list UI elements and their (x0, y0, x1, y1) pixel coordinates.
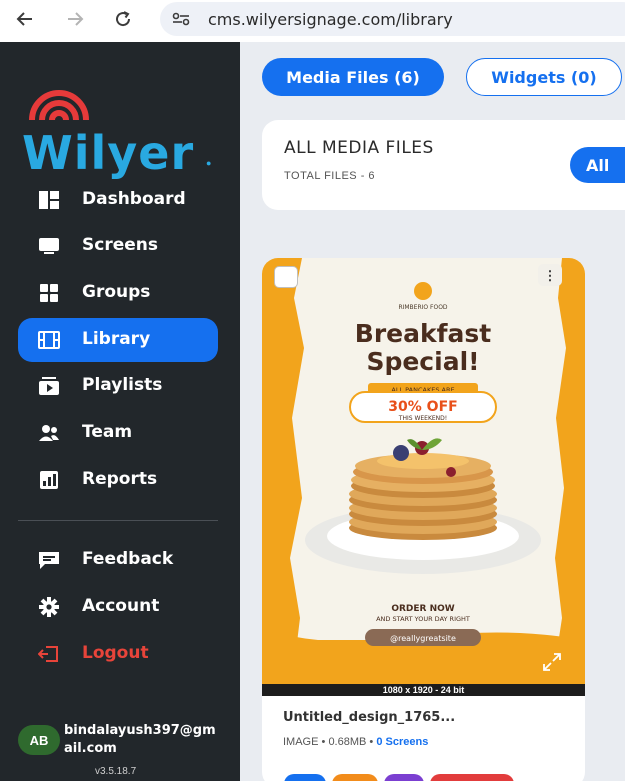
delete-button[interactable] (430, 774, 514, 781)
sidebar-item-label: Feedback (82, 549, 174, 569)
back-arrow-icon[interactable] (8, 4, 42, 34)
site-info-icon[interactable] (172, 12, 190, 26)
poster-order-sub: AND START YOUR DAY RIGHT (376, 615, 470, 623)
sidebar-item-label: Account (82, 596, 160, 616)
sidebar-item-playlists[interactable]: Playlists (18, 364, 218, 408)
sidebar-item-label: Dashboard (82, 189, 186, 209)
sidebar-item-label: Library (82, 329, 151, 349)
media-size: 0.68MB (328, 736, 367, 748)
poster-headline-1: Breakfast (355, 319, 491, 348)
library-header: ALL MEDIA FILES TOTAL FILES - 6 All (262, 120, 625, 210)
sidebar-item-feedback[interactable]: Feedback (18, 538, 218, 582)
sidebar-item-screens[interactable]: Screens (18, 224, 218, 268)
poster-brand: RIMBERIO FOOD (398, 304, 447, 311)
browser-toolbar: cms.wilyersignage.com/library (0, 0, 625, 42)
grid-icon (40, 284, 58, 302)
url-text[interactable]: cms.wilyersignage.com/library (208, 10, 453, 29)
sidebar-item-account[interactable]: Account (18, 585, 218, 629)
reload-icon[interactable] (106, 4, 140, 34)
action-button[interactable] (384, 774, 424, 781)
user-email: bindalayush397@gmail.com (64, 723, 216, 756)
sidebar-item-label: Screens (82, 235, 158, 255)
sidebar-item-label: Playlists (82, 375, 163, 395)
media-screens-link[interactable]: 0 Screens (376, 736, 428, 748)
poster-headline-2: Special! (366, 347, 479, 376)
monitor-icon (39, 238, 59, 254)
sidebar-item-library[interactable]: Library (18, 318, 218, 362)
registered-mark: ● (206, 158, 212, 168)
team-icon (39, 425, 59, 441)
sidebar-item-label: Logout (82, 643, 149, 663)
film-icon (38, 331, 60, 349)
report-icon (40, 471, 58, 489)
avatar[interactable]: AB (18, 725, 60, 755)
sidebar-item-label: Reports (82, 469, 158, 489)
sidebar-item-label: Team (82, 422, 133, 442)
forward-arrow-icon[interactable] (58, 4, 92, 34)
action-button[interactable] (284, 774, 326, 781)
poster-offer: 30% OFF (388, 399, 457, 415)
poster-order-now: ORDER NOW (391, 604, 454, 614)
page-title: ALL MEDIA FILES (284, 138, 434, 158)
tab-media-files[interactable]: Media Files (6) (262, 58, 444, 96)
playlist-icon (39, 377, 59, 395)
gear-icon (39, 597, 59, 617)
app-version: v3.5.18.7 (95, 766, 137, 777)
select-checkbox[interactable] (274, 266, 298, 288)
media-card[interactable]: RIMBERIO FOOD Breakfast Special! ALL PAN… (262, 258, 585, 781)
sidebar-item-reports[interactable]: Reports (18, 458, 218, 502)
logout-icon (38, 646, 58, 662)
media-filename[interactable]: Untitled_design_1765... (283, 710, 455, 725)
media-thumbnail[interactable]: RIMBERIO FOOD Breakfast Special! ALL PAN… (262, 258, 585, 684)
sidebar-item-dashboard[interactable]: Dashboard (18, 178, 218, 222)
media-dimensions: 1080 x 1920 - 24 bit (262, 684, 585, 696)
wilyer-logo[interactable]: Wilyer ● (20, 74, 220, 184)
sidebar-item-team[interactable]: Team (18, 411, 218, 455)
feedback-icon (39, 552, 59, 569)
sidebar-divider (18, 520, 218, 521)
more-options-icon[interactable]: ⋮ (538, 264, 562, 286)
address-bar[interactable]: cms.wilyersignage.com/library (160, 2, 625, 36)
media-type: IMAGE (283, 736, 319, 748)
action-button[interactable] (332, 774, 378, 781)
sidebar-item-groups[interactable]: Groups (18, 271, 218, 315)
poster-offer-sub: THIS WEEKEND! (398, 415, 447, 422)
sidebar-item-logout[interactable]: Logout (18, 632, 218, 676)
dashboard-icon (39, 191, 59, 209)
sidebar: Wilyer ● Dashboard Screens Groups Librar… (0, 42, 240, 781)
media-meta: IMAGE • 0.68MB • 0 Screens (283, 736, 428, 748)
poster-site: @reallygreatsite (390, 634, 456, 643)
tab-widgets[interactable]: Widgets (0) (466, 58, 622, 96)
file-count: TOTAL FILES - 6 (284, 170, 376, 182)
filter-all-button[interactable]: All (570, 147, 625, 183)
sidebar-item-label: Groups (82, 282, 151, 302)
expand-icon[interactable] (542, 652, 562, 672)
logo-text: Wilyer (22, 126, 195, 180)
